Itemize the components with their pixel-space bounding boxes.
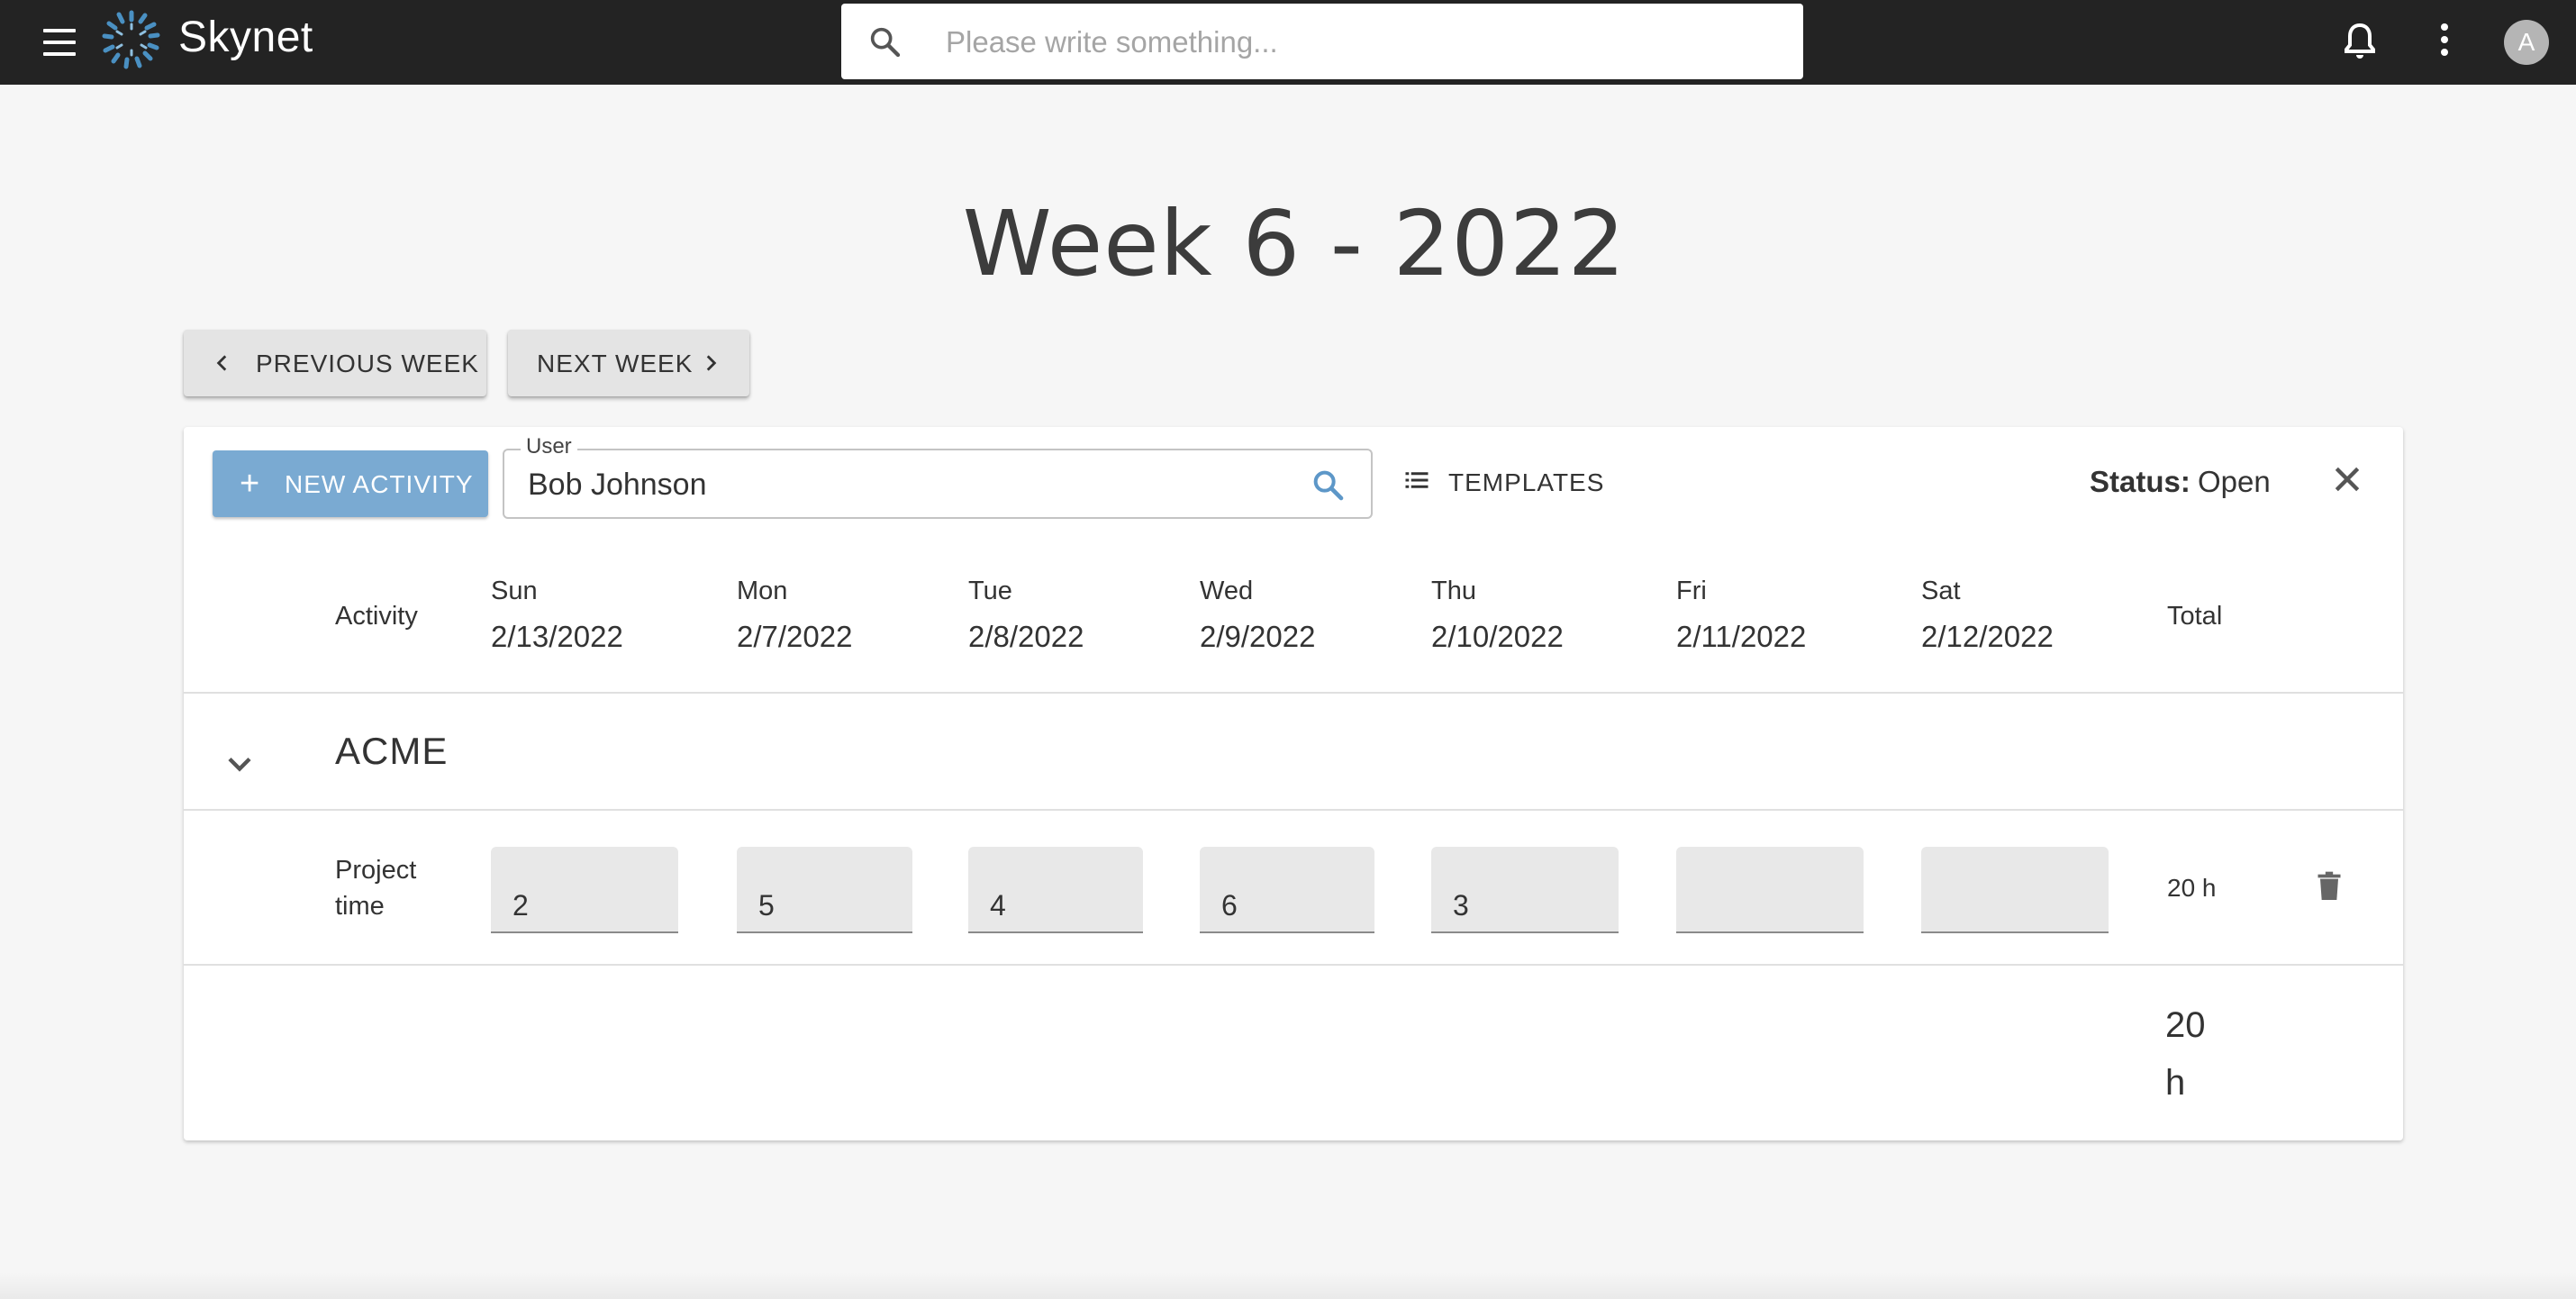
hours-cell-mon bbox=[737, 847, 912, 933]
next-week-button[interactable]: NEXT WEEK bbox=[508, 330, 749, 396]
new-activity-button[interactable]: + NEW ACTIVITY bbox=[213, 450, 488, 517]
global-search bbox=[841, 4, 1803, 79]
previous-week-label: PREVIOUS WEEK bbox=[256, 350, 479, 377]
activity-column-header: Activity bbox=[335, 602, 418, 631]
divider bbox=[184, 964, 2403, 966]
hamburger-menu-icon[interactable] bbox=[41, 27, 77, 58]
more-vert-icon[interactable] bbox=[2437, 23, 2452, 61]
hours-cell-sun bbox=[491, 847, 678, 933]
divider bbox=[184, 809, 2403, 811]
day-name: Sat bbox=[1921, 577, 1961, 605]
hours-input[interactable] bbox=[1220, 886, 1358, 924]
close-icon[interactable] bbox=[2329, 461, 2365, 497]
next-week-label: NEXT WEEK bbox=[537, 350, 694, 377]
hours-cell-tue bbox=[968, 847, 1143, 933]
search-input[interactable] bbox=[944, 16, 1776, 68]
day-date: 2/7/2022 bbox=[737, 620, 853, 653]
hours-input[interactable] bbox=[1451, 886, 1590, 924]
status-value: Open bbox=[2198, 465, 2271, 498]
hours-cell-sat bbox=[1921, 847, 2109, 933]
day-date: 2/11/2022 bbox=[1676, 620, 1807, 653]
day-date: 2/8/2022 bbox=[968, 620, 1084, 653]
app-title: Skynet bbox=[178, 14, 313, 61]
day-date: 2/9/2022 bbox=[1200, 620, 1316, 653]
day-date: 2/12/2022 bbox=[1921, 620, 2054, 653]
chevron-down-icon[interactable] bbox=[220, 744, 259, 784]
search-icon bbox=[870, 27, 901, 58]
hours-cell-thu bbox=[1431, 847, 1619, 933]
row-total: 20 h bbox=[2167, 874, 2217, 902]
divider bbox=[184, 692, 2403, 694]
hours-input[interactable] bbox=[757, 886, 895, 924]
trash-icon[interactable] bbox=[2311, 867, 2347, 906]
templates-button[interactable]: TEMPLATES bbox=[1396, 454, 1612, 508]
group-name: ACME bbox=[335, 730, 449, 772]
grand-total: 20 h bbox=[2165, 1005, 2206, 1103]
status-label: Status: bbox=[2090, 465, 2191, 498]
new-activity-label: NEW ACTIVITY bbox=[285, 470, 474, 498]
plus-icon: + bbox=[240, 465, 261, 503]
activity-name: Project time bbox=[335, 856, 417, 921]
hours-input[interactable] bbox=[1941, 886, 2080, 924]
day-name: Fri bbox=[1676, 577, 1707, 605]
user-input[interactable] bbox=[526, 463, 1268, 506]
hours-input[interactable] bbox=[511, 886, 649, 924]
skynet-logo bbox=[102, 10, 160, 69]
day-name: Mon bbox=[737, 577, 788, 605]
timesheet-card: + NEW ACTIVITY User TEMPLATES Status: Op… bbox=[184, 427, 2403, 1140]
bell-icon[interactable] bbox=[2338, 20, 2381, 63]
hours-input[interactable] bbox=[1696, 886, 1835, 924]
chevron-right-icon bbox=[706, 355, 717, 371]
user-field-label: User bbox=[521, 434, 577, 459]
day-name: Sun bbox=[491, 577, 538, 605]
day-date: 2/10/2022 bbox=[1431, 620, 1564, 653]
day-name: Thu bbox=[1431, 577, 1476, 605]
previous-week-button[interactable]: PREVIOUS WEEK bbox=[184, 330, 486, 396]
bottom-shadow bbox=[0, 1272, 2576, 1299]
chevron-left-icon bbox=[216, 355, 227, 371]
total-column-header: Total bbox=[2167, 602, 2223, 631]
page-title: Week 6 - 2022 bbox=[962, 191, 1627, 296]
hours-cell-fri bbox=[1676, 847, 1864, 933]
search-icon[interactable] bbox=[1310, 467, 1346, 503]
day-date: 2/13/2022 bbox=[491, 620, 623, 653]
avatar[interactable]: A bbox=[2504, 20, 2549, 65]
day-name: Tue bbox=[968, 577, 1012, 605]
hours-cell-wed bbox=[1200, 847, 1374, 933]
user-field: User bbox=[503, 434, 1373, 519]
list-icon bbox=[1405, 472, 1429, 488]
templates-label: TEMPLATES bbox=[1448, 468, 1605, 496]
day-name: Wed bbox=[1200, 577, 1254, 605]
hours-input[interactable] bbox=[988, 886, 1127, 924]
app-bar: Skynet A bbox=[0, 0, 2576, 85]
